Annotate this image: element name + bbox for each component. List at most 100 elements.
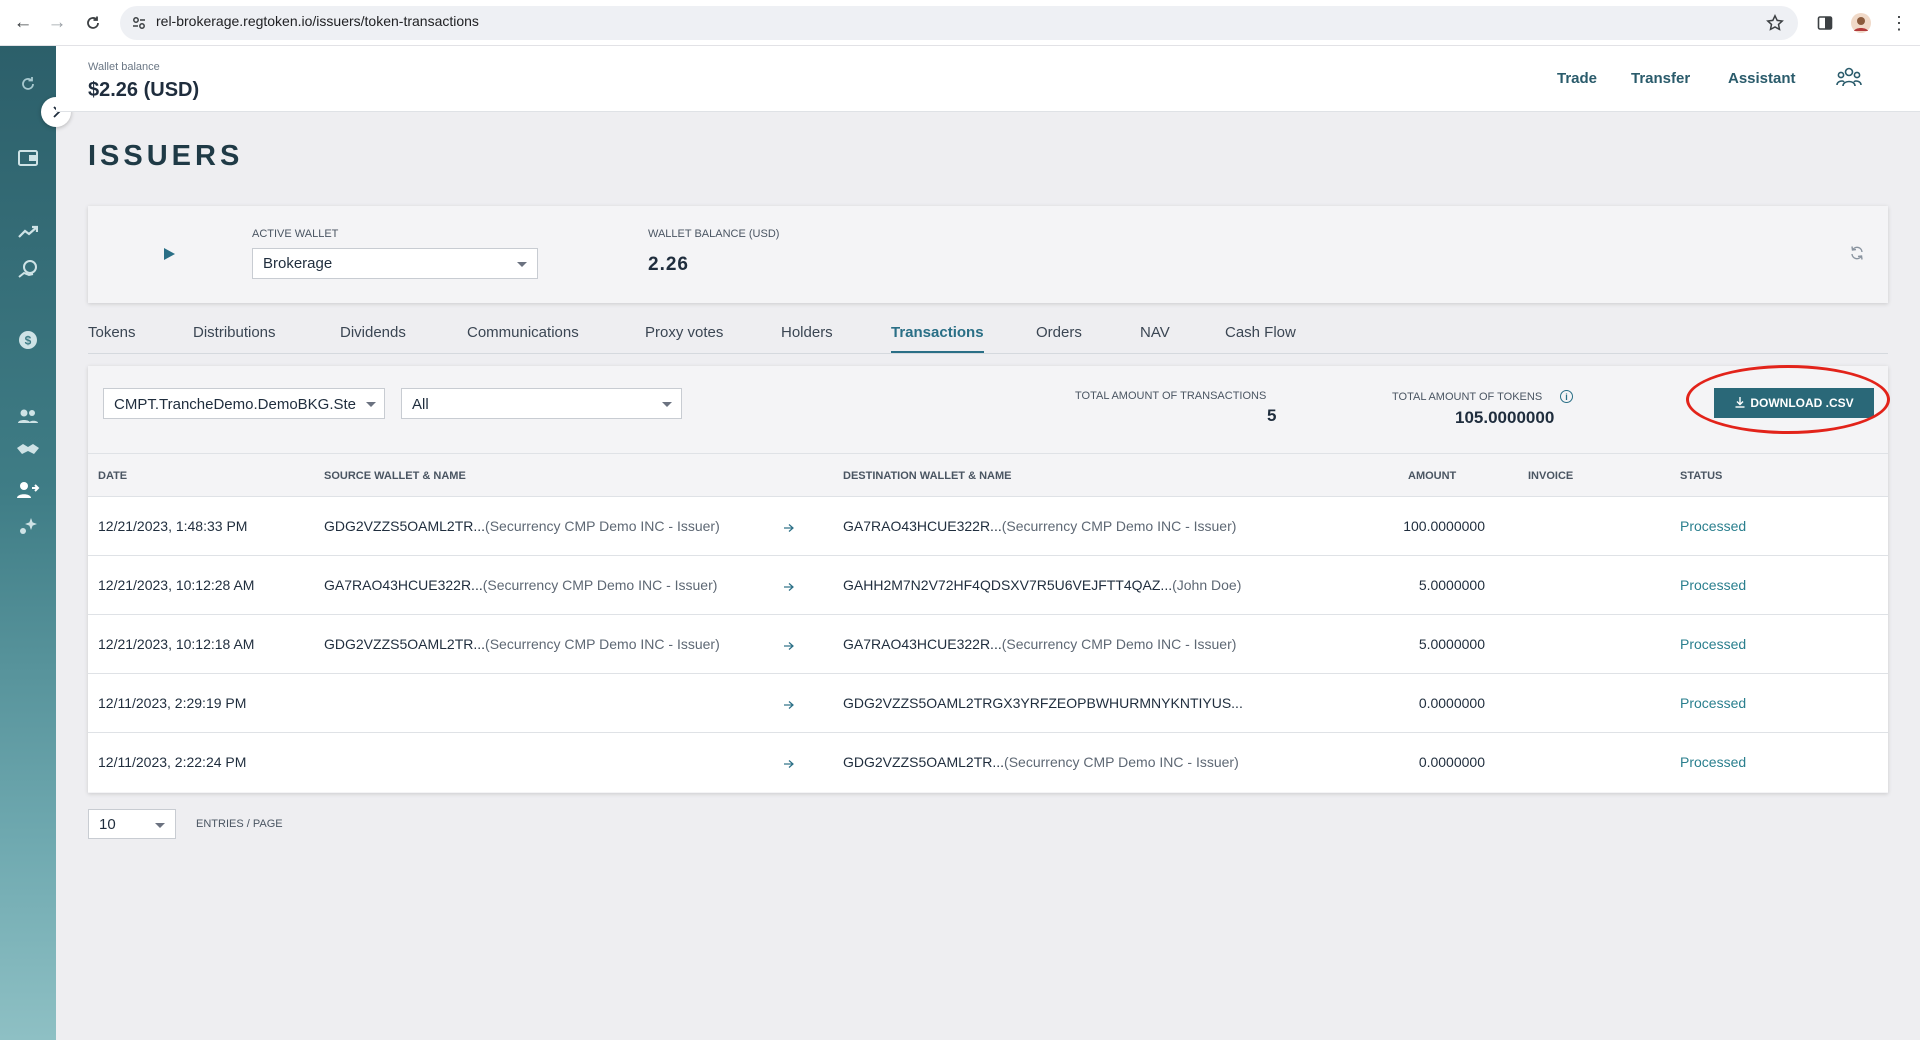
source-wallet-name: (Securrency CMP Demo INC - Issuer) bbox=[485, 636, 720, 652]
info-icon[interactable]: i bbox=[1560, 390, 1573, 403]
amount-cell: 100.0000000 bbox=[1403, 518, 1485, 534]
source-wallet-id: GDG2VZZS5OAML2TR... bbox=[324, 518, 486, 534]
sparkle-icon[interactable] bbox=[14, 512, 42, 540]
user-transfer-icon[interactable] bbox=[14, 476, 42, 504]
forward-icon[interactable]: → bbox=[46, 12, 68, 34]
table-header: DATE SOURCE WALLET & NAME DESTINATION WA… bbox=[88, 453, 1888, 497]
team-icon[interactable] bbox=[1836, 66, 1862, 92]
tab-nav[interactable]: NAV bbox=[1140, 324, 1170, 341]
status-badge: Processed bbox=[1680, 518, 1747, 534]
status-badge: Processed bbox=[1680, 754, 1747, 770]
tab-tokens[interactable]: Tokens bbox=[88, 324, 136, 341]
transactions-panel: CMPT.TrancheDemo.DemoBKG.Ste All TOTAL A… bbox=[88, 365, 1890, 793]
table-row[interactable]: 12/21/2023, 10:12:28 AM GA7RAO43HCUE322R… bbox=[88, 556, 1888, 615]
dollar-icon[interactable]: $ bbox=[14, 326, 42, 354]
tab-dividends[interactable]: Dividends bbox=[340, 324, 406, 341]
source-wallet-name: (Securrency CMP Demo INC - Issuer) bbox=[485, 518, 720, 534]
active-wallet-value: Brokerage bbox=[263, 255, 333, 272]
destination-wallet-id: GA7RAO43HCUE322R... bbox=[843, 518, 1002, 534]
trade-link[interactable]: Trade bbox=[1557, 70, 1597, 87]
more-menu-icon[interactable]: ⋮ bbox=[1888, 12, 1910, 34]
transfer-link[interactable]: Transfer bbox=[1631, 70, 1690, 87]
back-icon[interactable]: ← bbox=[12, 12, 34, 34]
source-wallet-id: GDG2VZZS5OAML2TR... bbox=[324, 636, 486, 652]
amount-cell: 0.0000000 bbox=[1418, 695, 1485, 711]
active-wallet-select[interactable]: Brokerage bbox=[252, 248, 538, 279]
column-date[interactable]: DATE bbox=[98, 470, 127, 482]
handshake-icon[interactable] bbox=[14, 436, 42, 464]
column-amount[interactable]: AMOUNT bbox=[1408, 470, 1456, 482]
arrow-right-icon bbox=[782, 580, 796, 592]
status-badge: Processed bbox=[1680, 577, 1747, 593]
users-icon[interactable] bbox=[14, 402, 42, 430]
destination-wallet-cell: GAHH2M7N2V72HF4QDSXV7R5U6VEJFTT4QAZ...(J… bbox=[843, 577, 1241, 593]
destination-wallet-name: (Securrency CMP Demo INC - Issuer) bbox=[1001, 518, 1237, 534]
side-panel-icon[interactable] bbox=[1814, 12, 1836, 34]
site-info-icon[interactable] bbox=[130, 14, 148, 32]
active-tab-indicator bbox=[891, 351, 984, 353]
destination-wallet-id: GDG2VZZS5OAML2TRGX3YRFZEOPBWHURMNYKNTIYU… bbox=[843, 695, 1243, 711]
download-csv-button[interactable]: DOWNLOAD .CSV bbox=[1714, 388, 1874, 418]
wallet-balance-value: $2.26 (USD) bbox=[88, 79, 200, 101]
page-size-select[interactable]: 10 bbox=[88, 809, 176, 839]
token-select[interactable]: CMPT.TrancheDemo.DemoBKG.Ste bbox=[103, 388, 385, 419]
tab-communications[interactable]: Communications bbox=[467, 324, 579, 341]
table-row[interactable]: 12/21/2023, 10:12:18 AM GDG2VZZS5OAML2TR… bbox=[88, 615, 1888, 674]
tab-transactions[interactable]: Transactions bbox=[891, 324, 984, 341]
table-body: 12/21/2023, 1:48:33 PM GDG2VZZS5OAML2TR.… bbox=[88, 497, 1888, 792]
tab-bar: Tokens Distributions Dividends Communica… bbox=[88, 318, 1888, 354]
column-source[interactable]: SOURCE WALLET & NAME bbox=[324, 470, 466, 482]
url-text[interactable]: rel-brokerage.regtoken.io/issuers/token-… bbox=[156, 13, 479, 29]
source-wallet-cell: GDG2VZZS5OAML2TR...(Securrency CMP Demo … bbox=[324, 636, 720, 652]
chevron-down-icon bbox=[662, 402, 672, 407]
table-row[interactable]: 12/11/2023, 2:22:24 PM GDG2VZZS5OAML2TR.… bbox=[88, 733, 1888, 792]
tab-cash-flow[interactable]: Cash Flow bbox=[1225, 324, 1296, 341]
trend-icon[interactable] bbox=[14, 218, 42, 246]
download-csv-label: DOWNLOAD .CSV bbox=[1750, 396, 1854, 410]
profile-avatar-icon[interactable] bbox=[1850, 12, 1872, 34]
source-wallet-cell: GDG2VZZS5OAML2TR...(Securrency CMP Demo … bbox=[324, 518, 720, 534]
total-tokens-label: TOTAL AMOUNT OF TOKENS bbox=[1392, 391, 1543, 403]
tab-holders[interactable]: Holders bbox=[781, 324, 833, 341]
arrow-right-icon bbox=[782, 757, 796, 769]
wallet-balance-label: Wallet balance bbox=[88, 61, 160, 73]
status-badge: Processed bbox=[1680, 636, 1747, 652]
download-icon bbox=[1734, 396, 1746, 411]
destination-wallet-id: GA7RAO43HCUE322R... bbox=[843, 636, 1002, 652]
refresh-icon[interactable] bbox=[14, 70, 42, 98]
chevron-down-icon bbox=[155, 823, 165, 828]
wallet-balance-usd-label: WALLET BALANCE (USD) bbox=[648, 228, 780, 240]
type-select-value: All bbox=[412, 396, 429, 413]
refresh-icon[interactable] bbox=[1848, 244, 1866, 262]
play-icon[interactable] bbox=[164, 248, 175, 260]
destination-wallet-cell: GDG2VZZS5OAML2TR...(Securrency CMP Demo … bbox=[843, 754, 1239, 770]
entries-per-page-label: ENTRIES / PAGE bbox=[196, 818, 283, 830]
wallet-balance-usd-value: 2.26 bbox=[648, 254, 689, 275]
arrow-right-icon bbox=[782, 639, 796, 651]
tab-orders[interactable]: Orders bbox=[1036, 324, 1082, 341]
date-cell: 12/21/2023, 10:12:18 AM bbox=[98, 636, 255, 652]
column-status[interactable]: STATUS bbox=[1680, 470, 1722, 482]
type-select[interactable]: All bbox=[401, 388, 682, 419]
destination-wallet-name: (John Doe) bbox=[1172, 577, 1242, 593]
arrow-right-icon bbox=[782, 521, 796, 533]
wallet-icon[interactable] bbox=[14, 144, 42, 172]
table-row[interactable]: 12/21/2023, 1:48:33 PM GDG2VZZS5OAML2TR.… bbox=[88, 497, 1888, 556]
destination-wallet-cell: GDG2VZZS5OAML2TRGX3YRFZEOPBWHURMNYKNTIYU… bbox=[843, 695, 1243, 711]
source-wallet-cell: GA7RAO43HCUE322R...(Securrency CMP Demo … bbox=[324, 577, 717, 593]
destination-wallet-id: GAHH2M7N2V72HF4QDSXV7R5U6VEJFTT4QAZ... bbox=[843, 577, 1173, 593]
table-row[interactable]: 12/11/2023, 2:29:19 PM GDG2VZZS5OAML2TRG… bbox=[88, 674, 1888, 733]
coin-hand-icon[interactable] bbox=[14, 256, 42, 284]
reload-icon[interactable] bbox=[82, 12, 104, 34]
column-invoice[interactable]: INVOICE bbox=[1528, 470, 1573, 482]
tab-distributions[interactable]: Distributions bbox=[193, 324, 276, 341]
destination-wallet-cell: GA7RAO43HCUE322R...(Securrency CMP Demo … bbox=[843, 636, 1236, 652]
bookmark-star-icon[interactable] bbox=[1764, 12, 1786, 34]
chevron-down-icon bbox=[366, 402, 376, 407]
tab-proxy-votes[interactable]: Proxy votes bbox=[645, 324, 723, 341]
total-transactions-label: TOTAL AMOUNT OF TRANSACTIONS bbox=[1075, 390, 1267, 402]
destination-wallet-id: GDG2VZZS5OAML2TR... bbox=[843, 754, 1005, 770]
assistant-link[interactable]: Assistant bbox=[1728, 70, 1796, 87]
column-destination[interactable]: DESTINATION WALLET & NAME bbox=[843, 470, 1011, 482]
page-size-value: 10 bbox=[99, 816, 116, 833]
